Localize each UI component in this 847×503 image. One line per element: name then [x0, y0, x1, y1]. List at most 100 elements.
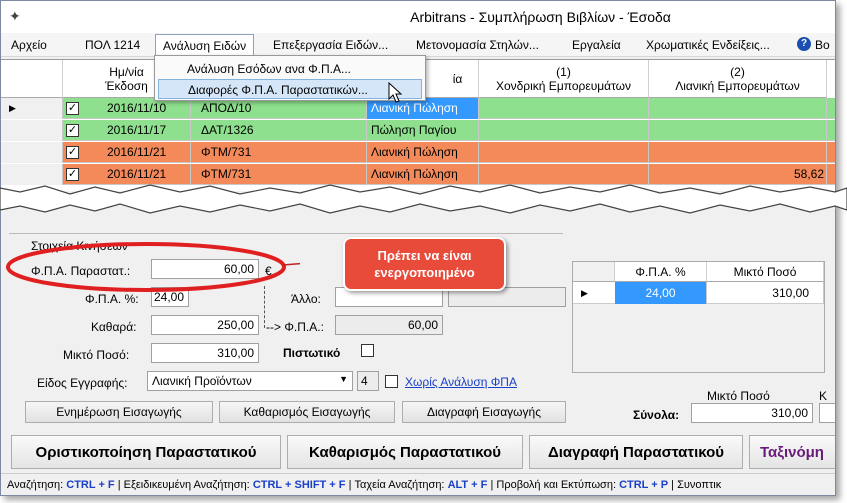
cell-date[interactable]: 2016/11/17 — [107, 120, 191, 141]
menu-item-analysis[interactable]: Ανάλυση Ειδών — [155, 34, 255, 57]
cell-col2[interactable] — [649, 120, 827, 141]
no-vat-analysis-checkbox[interactable] — [385, 375, 398, 388]
entry-type-value: Λιανική Προϊόντων — [152, 374, 252, 388]
header-col1-line2: Χονδρική Εμπορευμάτων — [495, 79, 632, 93]
header-col1[interactable]: (1) Χονδρική Εμπορευμάτων — [479, 60, 649, 98]
status-adv-label: Εξειδικευμένη Αναζήτηση: — [123, 479, 250, 491]
status-search-label: Αναζήτηση: — [7, 479, 64, 491]
table-row[interactable]: ▶ ✓ 2016/11/10 ΑΠΟΔ/10 Λιανική Πώληση — [1, 98, 835, 119]
finalize-document-button[interactable]: Οριστικοποίηση Παραστατικού — [11, 435, 281, 469]
callout-line2: ενεργοποιημένο — [374, 265, 475, 280]
menu-item-edit[interactable]: Επεξεργασία Ειδών... — [273, 38, 388, 52]
entry-type-label: Είδος Εγγραφής: — [37, 376, 128, 390]
totals-label: Σύνολα: — [633, 408, 680, 422]
highlight-ellipse — [6, 242, 300, 292]
title-bar: ✦ Arbitrans - Συμπλήρωση Βιβλίων - Έσοδα — [1, 1, 835, 33]
arrow-vat-field: 60,00 — [335, 315, 443, 335]
gross-field[interactable]: 310,00 — [151, 343, 259, 363]
row-checkbox[interactable]: ✓ — [66, 146, 79, 159]
row-checkbox[interactable]: ✓ — [66, 124, 79, 137]
status-fast-label: Ταχεία Αναζήτηση: — [354, 479, 445, 491]
clear-document-button[interactable]: Καθαρισμός Παραστατικού — [287, 435, 523, 469]
menu-item-rename[interactable]: Μετονομασία Στηλών... — [416, 38, 539, 52]
update-entry-button[interactable]: Ενημέρωση Εισαγωγής — [25, 401, 213, 423]
arrow-vat-label: --> Φ.Π.Α.: — [266, 320, 324, 334]
totals-extra-field — [819, 403, 835, 423]
chevron-down-icon: ▼ — [339, 374, 348, 384]
delete-document-button[interactable]: Διαγραφή Παραστατικού — [529, 435, 743, 469]
gross-label: Μικτό Ποσό: — [63, 348, 130, 362]
cell-doc[interactable]: ΔΑΤ/1326 — [191, 120, 367, 141]
mouse-cursor-icon — [388, 82, 403, 103]
cell-date[interactable]: 2016/11/21 — [107, 142, 191, 163]
cell-col2[interactable] — [649, 98, 827, 119]
net-label: Καθαρά: — [91, 320, 137, 334]
credit-label: Πιστωτικό — [283, 346, 341, 360]
status-print-key: CTRL + P — [619, 479, 669, 491]
table-row[interactable]: ▶ 24,00 310,00 — [573, 282, 824, 304]
section-divider — [9, 233, 563, 234]
delete-entry-button[interactable]: Διαγραφή Εισαγωγής — [402, 401, 566, 423]
window-title: Arbitrans - Συμπλήρωση Βιβλίων - Έσοδα — [410, 9, 671, 25]
header-col2-line1: (2) — [730, 65, 745, 79]
cell-doc[interactable]: ΑΠΟΔ/10 — [191, 98, 367, 119]
torn-residual-text — [40, 207, 80, 219]
menu-pol1214[interactable]: ΠΟΛ 1214 — [85, 38, 140, 52]
status-fast-key: ALT + F — [447, 479, 488, 491]
totals-k-label: Κ — [819, 389, 828, 403]
table-row[interactable]: ✓ 2016/11/21 ΦΤΜ/731 Λιανική Πώληση — [1, 142, 835, 163]
menu-bar: Αρχείο ΠΟΛ 1214 Ανάλυση Ειδών Επεξεργασί… — [1, 33, 835, 57]
status-search-key: CTRL + F — [66, 479, 115, 491]
vat-grid-header-pct[interactable]: Φ.Π.Α. % — [615, 262, 707, 282]
header-col2[interactable]: (2) Λιανική Εμπορευμάτων — [649, 60, 827, 98]
cell-kind[interactable]: Λιανική Πώληση — [367, 142, 479, 163]
analysis-dropdown-menu: Ανάλυση Εσόδων ανα Φ.Π.Α... Διαφορές Φ.Π… — [154, 55, 426, 101]
menu-item-vat-differences[interactable]: Διαφορές Φ.Π.Α. Παραστατικών... — [158, 79, 422, 99]
status-print-label: Προβολή και Εκτύπωση: — [496, 479, 617, 491]
clear-entry-button[interactable]: Καθαρισμός Εισαγωγής — [219, 401, 395, 423]
header-col1-line1: (1) — [556, 65, 571, 79]
status-more-label: Συνοπτικ — [677, 479, 722, 491]
cell-col1[interactable] — [479, 142, 649, 163]
vat-grid-cell-pct[interactable]: 24,00 — [615, 282, 707, 304]
credit-checkbox[interactable] — [361, 344, 374, 357]
help-icon[interactable]: ? — [797, 37, 811, 51]
no-vat-analysis-link[interactable]: Χωρίς Ανάλυση ΦΠΑ — [405, 375, 517, 389]
table-row[interactable]: ✓ 2016/11/17 ΔΑΤ/1326 Πώληση Παγίου — [1, 120, 835, 141]
row-header[interactable] — [1, 142, 63, 163]
row-checkbox[interactable]: ✓ — [66, 102, 79, 115]
entry-type-select[interactable]: Λιανική Προϊόντων ▼ — [147, 371, 353, 391]
current-row-icon: ▶ — [9, 103, 16, 113]
vat-grid-corner — [573, 262, 615, 282]
torn-edge — [0, 184, 847, 214]
row-header[interactable] — [1, 120, 63, 141]
cell-col1[interactable] — [479, 120, 649, 141]
totals-gross-field: 310,00 — [691, 403, 813, 423]
annotation-callout: Πρέπει να είναι ενεργοποιημένο — [343, 237, 506, 291]
menu-help[interactable]: Βο — [815, 38, 830, 52]
menu-color-hints[interactable]: Χρωματικές Ενδείξεις... — [646, 38, 770, 52]
net-field[interactable]: 250,00 — [151, 315, 259, 335]
totals-header: Μικτό Ποσό — [707, 389, 770, 403]
cell-col2[interactable] — [649, 142, 827, 163]
cell-col1[interactable] — [479, 98, 649, 119]
grid-corner — [1, 60, 63, 98]
menu-tools[interactable]: Εργαλεία — [572, 38, 621, 52]
cell-kind[interactable]: Λιανική Πώληση — [367, 98, 479, 119]
header-col2-line2: Λιανική Εμπορευμάτων — [675, 79, 800, 93]
vat-grid-cell-gross[interactable]: 310,00 — [707, 282, 824, 304]
entry-type-code: 4 — [357, 371, 379, 391]
vat-breakdown-grid[interactable]: Φ.Π.Α. % Μικτό Ποσό ▶ 24,00 310,00 — [572, 261, 825, 373]
menu-item-income-vat-analysis[interactable]: Ανάλυση Εσόδων ανα Φ.Π.Α... — [158, 59, 422, 77]
cell-kind[interactable]: Πώληση Παγίου — [367, 120, 479, 141]
status-adv-key: CTRL + SHIFT + F — [252, 479, 346, 491]
callout-line1: Πρέπει να είναι — [377, 248, 472, 263]
header-type-text: ία — [452, 72, 463, 86]
sort-button[interactable]: Ταξινόμη — [749, 435, 835, 469]
cell-date[interactable]: 2016/11/10 — [107, 98, 191, 119]
status-bar: Αναζήτηση: CTRL + F | Εξειδικευμένη Αναζ… — [1, 473, 835, 495]
vat-grid-header-gross[interactable]: Μικτό Ποσό — [707, 262, 824, 282]
row-header[interactable]: ▶ — [1, 98, 63, 119]
menu-file[interactable]: Αρχείο — [11, 38, 47, 52]
cell-doc[interactable]: ΦΤΜ/731 — [191, 142, 367, 163]
